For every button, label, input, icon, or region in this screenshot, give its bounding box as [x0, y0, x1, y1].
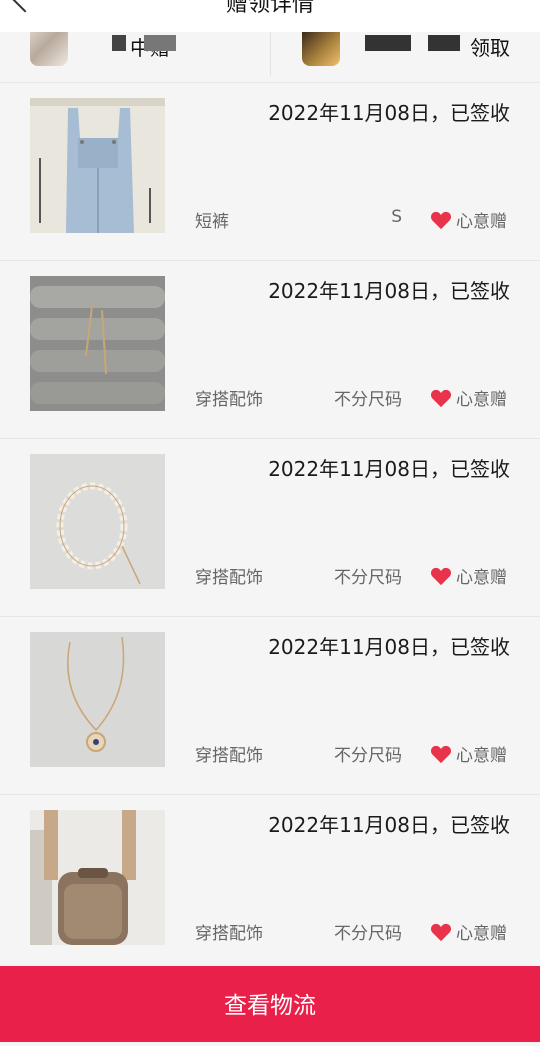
list-item[interactable]: 2022年11月08日，已签收 短裤 S 心意赠 [0, 83, 540, 261]
gift-type: 心意赠 [430, 563, 507, 588]
gift-type-label: 心意赠 [456, 746, 507, 766]
product-image [30, 276, 165, 411]
giver-avatar [30, 32, 68, 66]
product-image [30, 632, 165, 767]
gift-type-label: 心意赠 [456, 568, 507, 588]
gift-type: 心意赠 [430, 385, 507, 410]
item-size: 不分尺码 [334, 746, 402, 766]
heart-icon [430, 745, 452, 763]
view-logistics-button[interactable]: 查看物流 [0, 966, 540, 1042]
gift-type-label: 心意赠 [456, 390, 507, 410]
list-item[interactable]: 2022年11月08日，已签收 穿搭配饰 不分尺码 心意赠 [0, 439, 540, 617]
redacted-name [144, 35, 176, 51]
redacted-name [428, 35, 460, 51]
signed-date: 2022年11月08日，已签收 [268, 101, 510, 125]
receiver-user[interactable]: 领取 [300, 32, 530, 82]
participants-divider [270, 32, 271, 76]
list-item[interactable]: 2022年11月08日，已签收 穿搭配饰 不分尺码 心意赠 [0, 261, 540, 439]
list-item[interactable]: 2022年11月08日，已签收 穿搭配饰 不分尺码 心意赠 [0, 617, 540, 795]
product-image [30, 810, 165, 945]
gift-type: 心意赠 [430, 207, 507, 232]
signed-date: 2022年11月08日，已签收 [268, 279, 510, 303]
product-image [30, 454, 165, 589]
item-category: 穿搭配饰 [195, 746, 263, 766]
item-size: S [391, 207, 402, 227]
list-item[interactable]: 2022年11月08日，已签收 穿搭配饰 不分尺码 心意赠 [0, 795, 540, 973]
gift-type-label: 心意赠 [456, 924, 507, 944]
gift-type-label: 心意赠 [456, 212, 507, 232]
item-category: 穿搭配饰 [195, 568, 263, 588]
signed-date: 2022年11月08日，已签收 [268, 457, 510, 481]
item-size: 不分尺码 [334, 568, 402, 588]
page-title: 赠领详情 [225, 0, 314, 17]
heart-icon [430, 567, 452, 585]
gift-list: 2022年11月08日，已签收 短裤 S 心意赠 2022年11月08日，已签收… [0, 83, 540, 973]
redacted-name [365, 35, 411, 51]
redacted-name [112, 35, 126, 51]
heart-icon [430, 923, 452, 941]
item-size: 不分尺码 [334, 924, 402, 944]
receiver-avatar [302, 32, 340, 66]
signed-date: 2022年11月08日，已签收 [268, 813, 510, 837]
gift-type: 心意赠 [430, 919, 507, 944]
top-bar: 赠领详情 [0, 0, 540, 32]
item-category: 穿搭配饰 [195, 390, 263, 410]
receiver-label: 领取 [470, 36, 510, 60]
gift-type: 心意赠 [430, 741, 507, 766]
item-size: 不分尺码 [334, 390, 402, 410]
product-image [30, 98, 165, 233]
item-category: 短裤 [195, 212, 229, 232]
giver-user[interactable]: 中赠 [30, 32, 240, 82]
signed-date: 2022年11月08日，已签收 [268, 635, 510, 659]
heart-icon [430, 211, 452, 229]
heart-icon [430, 389, 452, 407]
item-category: 穿搭配饰 [195, 924, 263, 944]
